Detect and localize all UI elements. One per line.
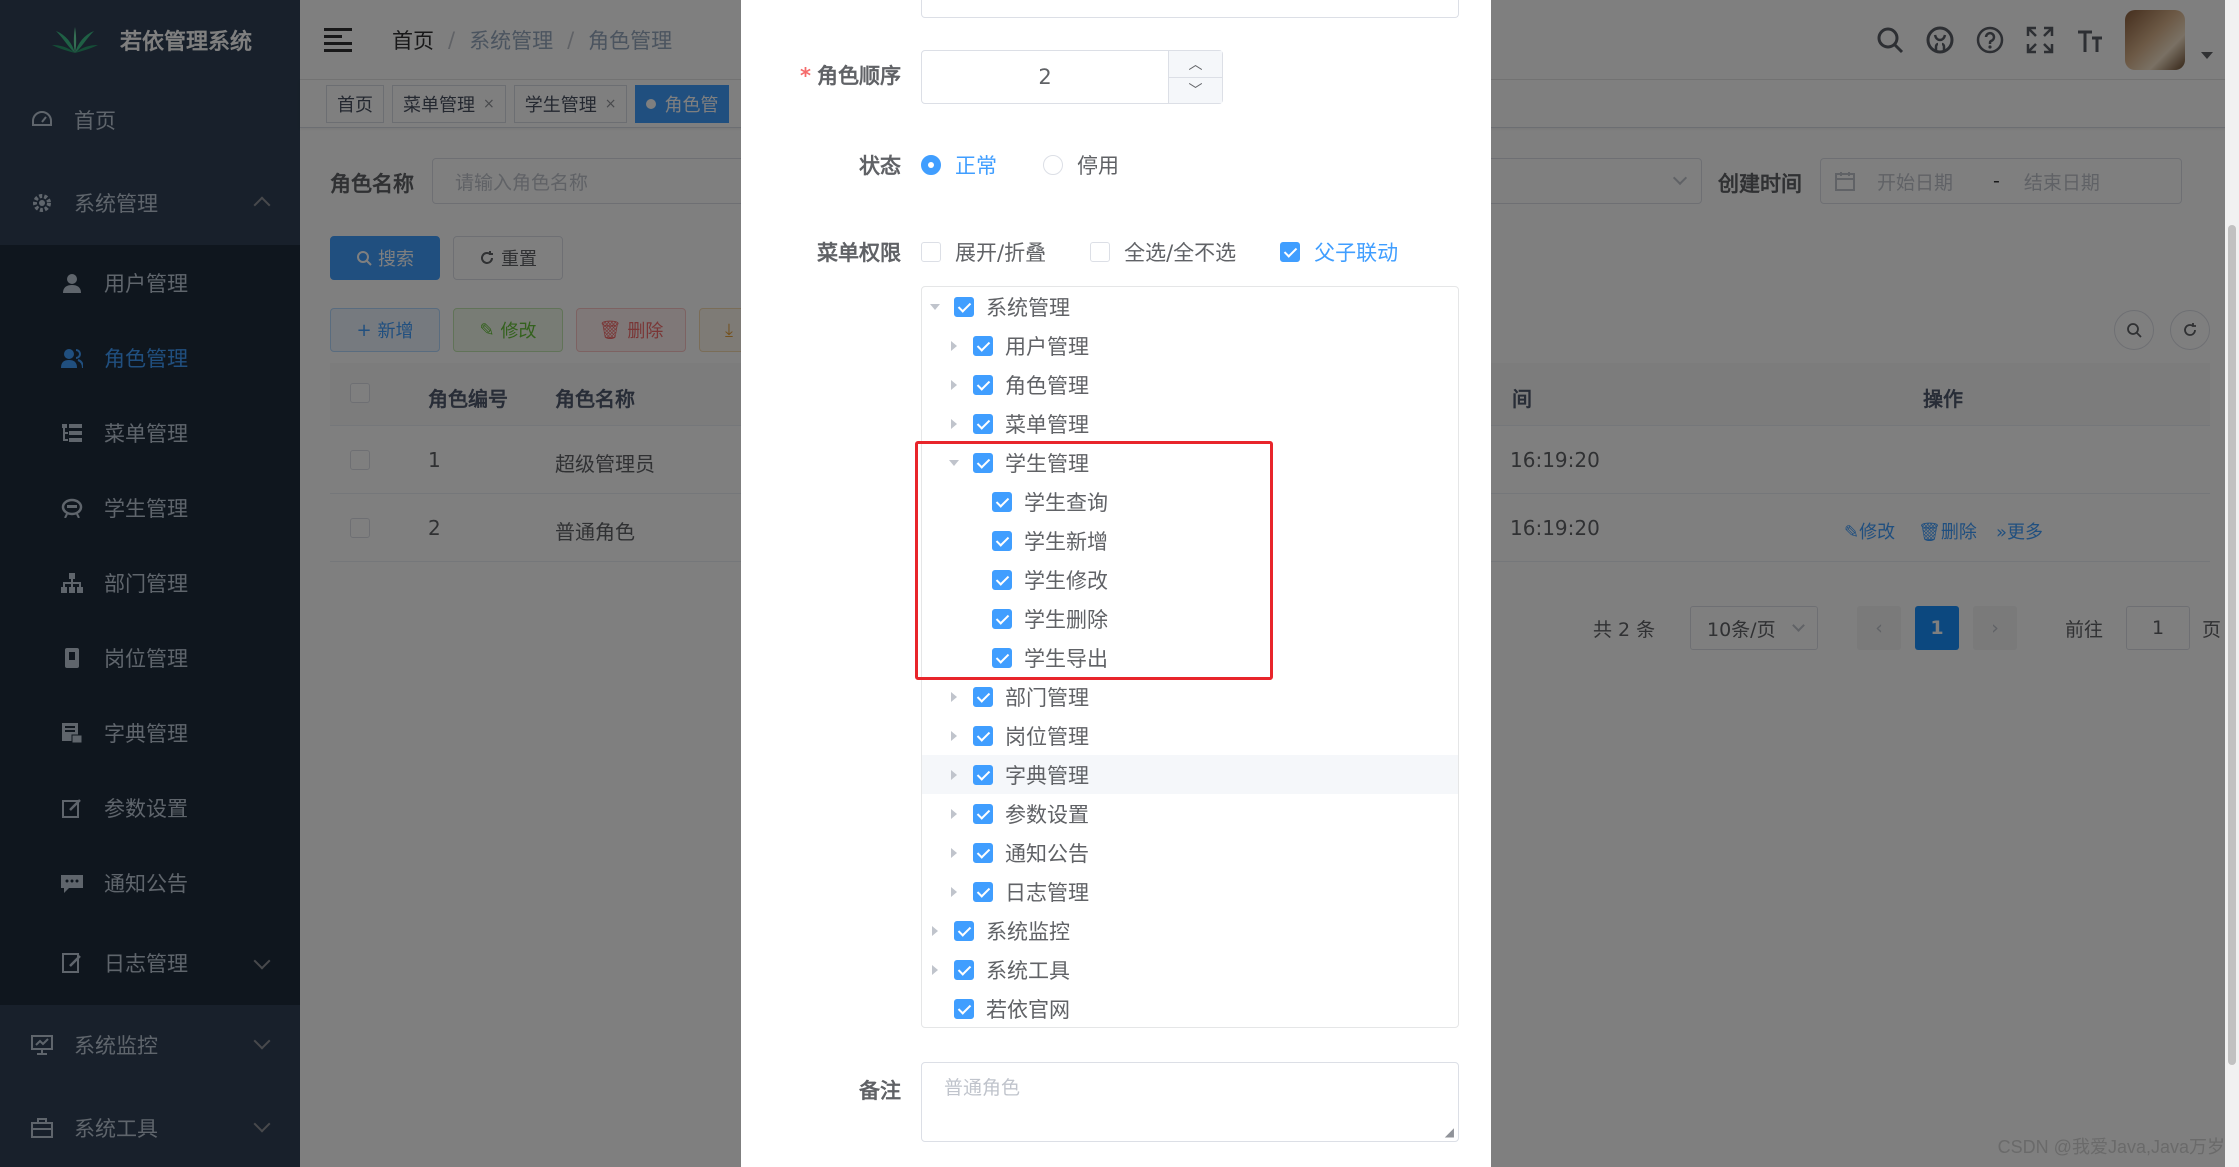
tree-node[interactable]: 通知公告: [922, 833, 1458, 872]
tree-node-label: 系统管理: [986, 295, 1070, 320]
scrollbar-thumb[interactable]: [2228, 225, 2236, 1065]
permission-key-input[interactable]: [921, 0, 1459, 18]
status-radio-disabled[interactable]: [1043, 155, 1063, 175]
menu-option-label[interactable]: 展开/折叠: [955, 237, 1046, 267]
status-label: 状态: [859, 154, 901, 178]
tree-node-label: 菜单管理: [1005, 412, 1089, 437]
chevron-down-icon[interactable]: ﹀: [1169, 78, 1222, 104]
required-mark: *: [800, 64, 811, 88]
role-order-value[interactable]: 2: [922, 65, 1168, 89]
tree-node-checkbox[interactable]: [973, 413, 993, 434]
tree-node[interactable]: 部门管理: [922, 677, 1458, 716]
caret-right-icon[interactable]: [947, 768, 961, 782]
tree-node-checkbox[interactable]: [973, 803, 993, 824]
menu-permission-label: 菜单权限: [817, 241, 901, 265]
caret-right-icon[interactable]: [947, 378, 961, 392]
tree-node-label: 角色管理: [1005, 373, 1089, 398]
tree-node-label: 字典管理: [1005, 763, 1089, 788]
status-option-label[interactable]: 停用: [1077, 150, 1119, 180]
tree-node-label: 若依官网: [986, 997, 1070, 1022]
caret-right-icon[interactable]: [947, 807, 961, 821]
caret-right-icon[interactable]: [928, 963, 942, 977]
menu-options: 展开/折叠 全选/全不选 父子联动: [921, 237, 1398, 267]
tree-node[interactable]: 参数设置: [922, 794, 1458, 833]
role-order-label: * 角色顺序: [741, 60, 901, 90]
tree-node-checkbox[interactable]: [973, 764, 993, 785]
role-order-label-text: 角色顺序: [817, 64, 901, 88]
caret-right-icon[interactable]: [947, 885, 961, 899]
menu-option-label[interactable]: 父子联动: [1314, 237, 1398, 267]
caret-right-icon[interactable]: [947, 690, 961, 704]
tree-node[interactable]: 用户管理: [922, 326, 1458, 365]
tree-node-checkbox[interactable]: [954, 959, 974, 980]
caret-right-icon[interactable]: [947, 846, 961, 860]
status-radio-group: 正常 停用: [921, 150, 1119, 180]
caret-right-icon[interactable]: [947, 729, 961, 743]
tree-node[interactable]: 系统监控: [922, 911, 1458, 950]
page-scrollbar[interactable]: [2225, 0, 2239, 1167]
tree-node[interactable]: 系统工具: [922, 950, 1458, 989]
tree-node-label: 用户管理: [1005, 334, 1089, 359]
tree-node-checkbox[interactable]: [954, 998, 974, 1019]
highlight-box: [915, 441, 1273, 680]
remark-placeholder: 普通角色: [944, 1077, 1021, 1099]
tree-node-checkbox[interactable]: [973, 686, 993, 707]
tree-node-label: 日志管理: [1005, 880, 1089, 905]
caret-right-icon[interactable]: [928, 924, 942, 938]
expand-collapse-checkbox[interactable]: [921, 242, 941, 262]
remark-textarea[interactable]: 普通角色 ◢: [921, 1062, 1459, 1142]
menu-option-label[interactable]: 全选/全不选: [1124, 237, 1236, 267]
tree-node-checkbox[interactable]: [954, 920, 974, 941]
watermark: CSDN @我爱Java,Java万岁: [1997, 1137, 2225, 1157]
tree-node-label: 参数设置: [1005, 802, 1089, 827]
tree-node-checkbox[interactable]: [973, 725, 993, 746]
tree-node-checkbox[interactable]: [973, 335, 993, 356]
tree-node[interactable]: 若依官网: [922, 989, 1458, 1028]
tree-node-label: 部门管理: [1005, 685, 1089, 710]
remark-label: 备注: [859, 1079, 901, 1103]
tree-node-checkbox[interactable]: [973, 842, 993, 863]
resize-handle-icon[interactable]: ◢: [1445, 1125, 1454, 1139]
tree-node-label: 系统工具: [986, 958, 1070, 983]
tree-node[interactable]: 字典管理: [922, 755, 1458, 794]
tree-node[interactable]: 菜单管理: [922, 404, 1458, 443]
tree-node-checkbox[interactable]: [973, 881, 993, 902]
tree-node[interactable]: 角色管理: [922, 365, 1458, 404]
chevron-up-icon[interactable]: ︿: [1169, 51, 1222, 78]
select-all-checkbox[interactable]: [1090, 242, 1111, 262]
parent-child-linkage-checkbox[interactable]: [1280, 242, 1301, 262]
status-radio-normal[interactable]: [921, 155, 941, 175]
stepper-controls: ︿ ﹀: [1168, 51, 1222, 103]
tree-node-label: 岗位管理: [1005, 724, 1089, 749]
caret-right-icon[interactable]: [947, 339, 961, 353]
tree-node[interactable]: 岗位管理: [922, 716, 1458, 755]
status-option-label[interactable]: 正常: [955, 150, 997, 180]
caret-right-icon[interactable]: [947, 417, 961, 431]
tree-node[interactable]: 系统管理: [922, 287, 1458, 326]
tree-node-checkbox[interactable]: [973, 374, 993, 395]
tree-node-label: 通知公告: [1005, 841, 1089, 866]
tree-node-label: 系统监控: [986, 919, 1070, 944]
caret-down-icon[interactable]: [928, 300, 942, 314]
tree-node[interactable]: 日志管理: [922, 872, 1458, 911]
role-order-stepper[interactable]: 2 ︿ ﹀: [921, 50, 1223, 104]
tree-node-checkbox[interactable]: [954, 296, 974, 317]
